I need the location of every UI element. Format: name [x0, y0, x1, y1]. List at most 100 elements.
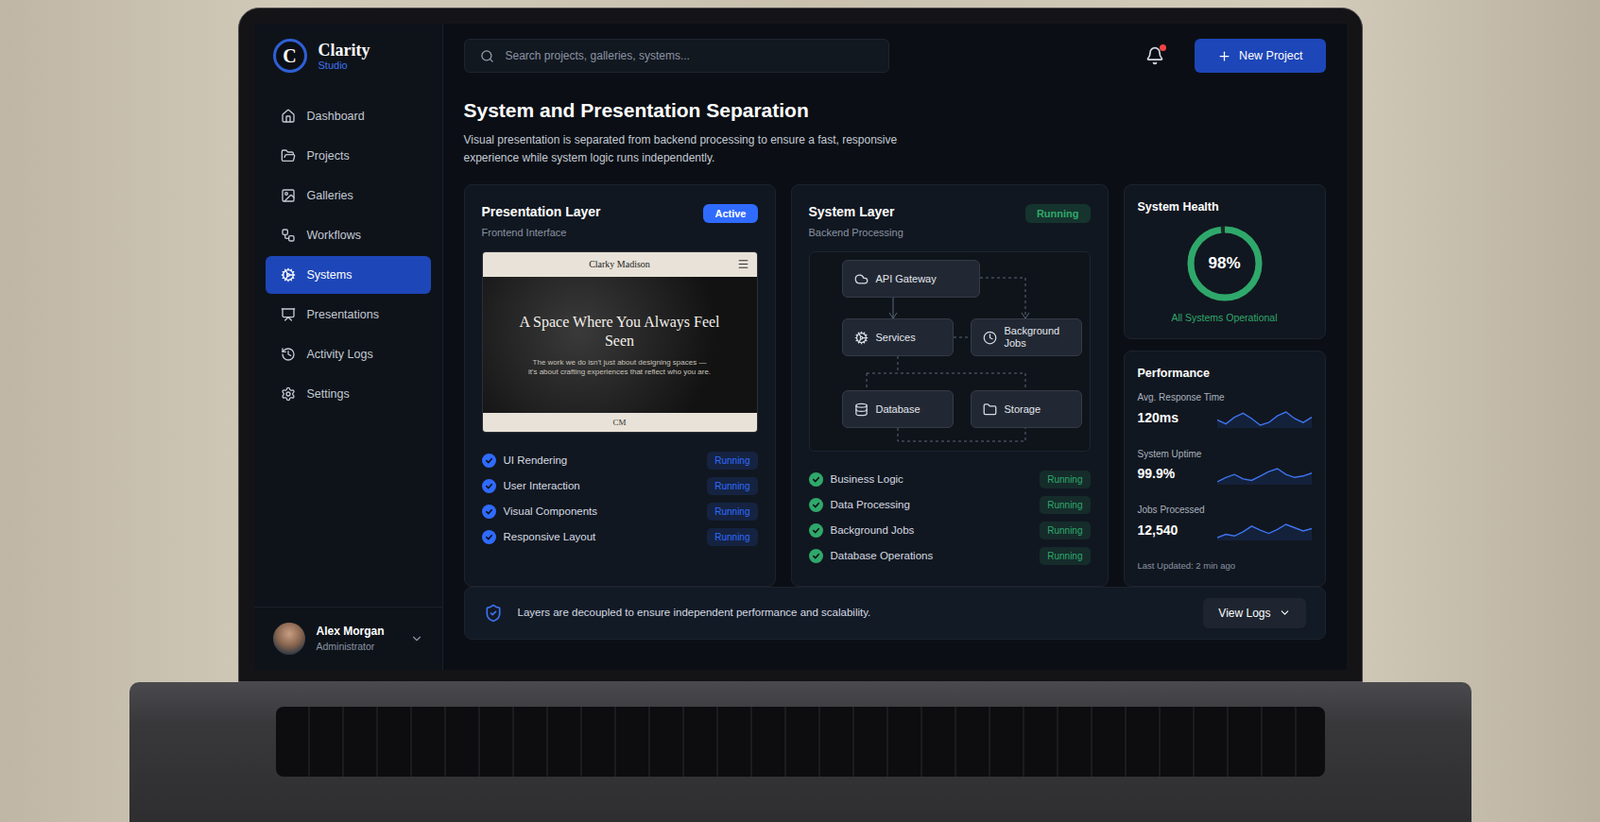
brand-sub: Studio — [318, 60, 371, 71]
sidebar-item[interactable]: Systems — [265, 256, 431, 294]
status-label: Business Logic — [830, 471, 1033, 488]
status-row: Visual ComponentsRunning — [481, 498, 758, 525]
sidebar-item[interactable]: Presentations — [265, 295, 431, 334]
metric-label: Avg. Response Time — [1137, 390, 1312, 405]
preview-body: The work we do isn't just about designin… — [513, 358, 727, 379]
nav-icon — [280, 188, 296, 204]
metric-value: 120ms — [1137, 408, 1180, 429]
status-badge: Running — [1039, 547, 1090, 566]
card-subtitle: Frontend Interface — [481, 224, 602, 241]
metric-value: 12,540 — [1137, 520, 1179, 541]
sparkline-chart — [1217, 407, 1312, 429]
card-subtitle: Backend Processing — [808, 224, 904, 241]
metric: Jobs Processed 12,540 — [1137, 502, 1312, 541]
shield-icon — [483, 603, 503, 623]
status-label: Visual Components — [503, 503, 701, 520]
check-icon — [481, 453, 497, 468]
health-value: 98% — [1185, 223, 1265, 304]
diagram-node[interactable]: Services — [842, 318, 954, 357]
status-row: Background Jobs Running — [808, 517, 1091, 544]
laptop-base — [129, 682, 1472, 822]
brand-logo: C — [273, 38, 308, 73]
keyboard — [275, 706, 1325, 777]
cards-grid: Presentation LayerFrontend Interface Acti… — [464, 184, 1326, 572]
new-project-button[interactable]: New Project — [1194, 38, 1325, 73]
view-logs-button[interactable]: View Logs — [1203, 598, 1306, 629]
metric-label: System Uptime — [1137, 447, 1312, 462]
sidebar-item[interactable]: Projects — [265, 137, 431, 175]
nav-icon — [280, 267, 296, 283]
preview-topbar: Clarky Madison — [482, 252, 757, 277]
layer-card: Presentation LayerFrontend Interface Acti… — [464, 184, 776, 588]
card-title: System Layer — [808, 202, 904, 223]
laptop-lid: C ClarityStudio DashboardProjectsGalleries… — [238, 7, 1363, 683]
layer-badge: Running — [1025, 204, 1091, 224]
chevron-down-icon — [1278, 606, 1291, 620]
nav-icon — [280, 346, 296, 362]
website-preview: Clarky MadisonA Space Where You Always F… — [481, 251, 758, 433]
status-badge: Running — [1039, 521, 1090, 540]
status-label: Background Jobs — [830, 522, 1033, 539]
diagram-node[interactable]: Background Jobs — [970, 318, 1083, 357]
status-row: User InteractionRunning — [481, 473, 758, 499]
info-banner: Layers are decoupled to ensure independe… — [464, 586, 1326, 640]
status-badge: Running — [706, 451, 757, 470]
diagram-node[interactable]: Storage — [970, 390, 1083, 429]
card-title: Presentation Layer — [481, 202, 602, 223]
brand-name: Clarity — [318, 41, 371, 59]
preview-footer: CM — [482, 412, 757, 432]
user-avatar — [273, 622, 306, 655]
user-profile[interactable]: Alex MorganAdministrator — [254, 606, 443, 671]
search-icon — [480, 49, 495, 64]
check-icon — [481, 530, 497, 545]
performance-card: Performance Avg. Response Time 120ms System… — [1123, 350, 1326, 587]
status-label: Data Processing — [830, 497, 1033, 514]
check-icon — [808, 549, 824, 564]
notifications[interactable] — [1145, 46, 1165, 66]
sidebar-item[interactable]: Dashboard — [265, 97, 431, 136]
status-row: Database Operations Running — [808, 543, 1091, 569]
search-field[interactable]: Search projects, galleries, systems... — [464, 38, 890, 73]
sidebar-item[interactable]: Workflows — [265, 216, 431, 255]
node-icon — [854, 402, 869, 417]
check-icon — [481, 504, 497, 519]
status-list: UI Rendering Running User InteractionRunni… — [481, 447, 758, 551]
nav-icon — [280, 108, 296, 124]
check-icon — [808, 472, 824, 487]
metric-value: 99.9% — [1137, 464, 1176, 484]
top-bar: Search projects, galleries, systems... Ne… — [464, 38, 1326, 73]
status-badge: Running — [1039, 496, 1090, 515]
sidebar-item[interactable]: Activity Logs — [265, 335, 431, 374]
health-title: System Health — [1137, 198, 1312, 217]
check-icon — [808, 498, 824, 513]
performance-title: Performance — [1137, 364, 1312, 383]
nav-icon — [280, 227, 296, 243]
health-card: System Health98%All Systems Operational — [1123, 184, 1326, 341]
status-row: Responsive LayoutRunning — [481, 524, 758, 551]
user-role: Administrator — [316, 639, 399, 655]
nav-icon — [280, 307, 296, 323]
sidebar-item[interactable]: Galleries — [265, 176, 431, 215]
layer-badge: Active — [703, 204, 757, 224]
metric-label: Jobs Processed — [1137, 502, 1312, 517]
architecture-diagram: API Gateway Services Background Jobs Databa… — [808, 251, 1091, 452]
menu-icon[interactable] — [737, 258, 750, 271]
status-list: Business Logic Running Data Processing Runn… — [808, 466, 1091, 569]
status-label: UI Rendering — [503, 452, 701, 469]
preview-hero: A Space Where You Always Feel Seen The wo… — [482, 276, 757, 413]
banner-text: Layers are decoupled to ensure independe… — [517, 604, 1189, 621]
chevron-down-icon[interactable] — [410, 632, 424, 646]
status-row: Data Processing Running — [808, 492, 1091, 518]
sidebar: C ClarityStudio DashboardProjectsGalleries… — [254, 23, 444, 671]
preview-heading: A Space Where You Always Feel Seen — [513, 312, 727, 351]
status-label: Database Operations — [830, 548, 1033, 565]
node-icon — [854, 272, 869, 287]
diagram-node[interactable]: Database — [842, 390, 954, 429]
sidebar-item[interactable]: Settings — [265, 375, 431, 413]
check-icon — [481, 479, 497, 494]
brand: C ClarityStudio — [254, 23, 443, 73]
main-content: Search projects, galleries, systems... Ne… — [443, 23, 1347, 671]
status-label: User Interaction — [503, 478, 701, 495]
diagram-node[interactable]: API Gateway — [842, 259, 981, 298]
metric: Avg. Response Time 120ms — [1137, 390, 1312, 429]
